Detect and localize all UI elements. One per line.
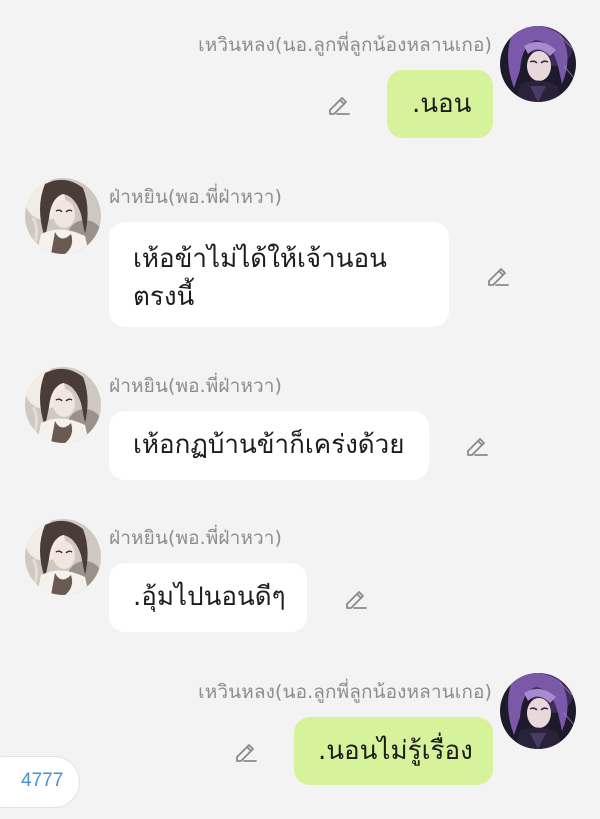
sender-name: เหวินหลง(นอ.ลูกพี่ลูกน้องหลานเกอ) (198, 34, 492, 56)
avatar[interactable] (25, 519, 101, 595)
message-bubble[interactable]: .นอนไม่รู้เรื่อง (294, 717, 493, 785)
avatar[interactable] (500, 26, 576, 102)
sender-name: ฝ่าหยิน(พอ.พี่ฝ่าหวา) (109, 375, 283, 397)
pencil-edit-icon[interactable] (342, 585, 368, 611)
sender-name: ฝ่าหยิน(พอ.พี่ฝ่าหวา) (109, 527, 283, 549)
message-text: .นอนไม่รู้เรื่อง (318, 736, 473, 766)
message-bubble[interactable]: เห้อข้าไม่ได้ให้เจ้านอน ตรงนี้ (109, 222, 449, 327)
pencil-edit-icon[interactable] (484, 262, 510, 288)
message-bubble[interactable]: .อุ้มไปนอนดีๆ (109, 563, 307, 632)
message-bubble[interactable]: .นอน (387, 70, 493, 138)
sender-name: เหวินหลง(นอ.ลูกพี่ลูกน้องหลานเกอ) (198, 681, 492, 703)
message-text: .นอน (412, 89, 472, 119)
avatar-image (25, 178, 101, 254)
pencil-edit-icon[interactable] (325, 91, 351, 117)
message-text-line: เห้อข้าไม่ได้ให้เจ้านอน (133, 244, 387, 274)
sender-name: ฝ่าหยิน(พอ.พี่ฝ่าหวา) (109, 186, 283, 208)
counter-value: 4777 (21, 770, 64, 791)
avatar-image (500, 673, 576, 749)
pencil-edit-icon[interactable] (232, 738, 258, 764)
message-bubble[interactable]: เห้อกฏบ้านข้าก็เคร่งด้วย (109, 411, 429, 480)
message-text-line: ตรงนี้ (133, 282, 195, 312)
chat-thread: เหวินหลง(นอ.ลูกพี่ลูกน้องหลานเกอ) .นอน ฝ… (0, 0, 600, 819)
avatar[interactable] (500, 673, 576, 749)
avatar-image (25, 519, 101, 595)
avatar[interactable] (25, 178, 101, 254)
message-text: .อุ้มไปนอนดีๆ (133, 582, 286, 612)
message-text: เห้อกฏบ้านข้าก็เคร่งด้วย (133, 430, 405, 460)
avatar-image (25, 367, 101, 443)
pencil-edit-icon[interactable] (463, 432, 489, 458)
avatar-image (500, 26, 576, 102)
avatar[interactable] (25, 367, 101, 443)
message-counter-badge[interactable]: 4777 (0, 756, 80, 808)
